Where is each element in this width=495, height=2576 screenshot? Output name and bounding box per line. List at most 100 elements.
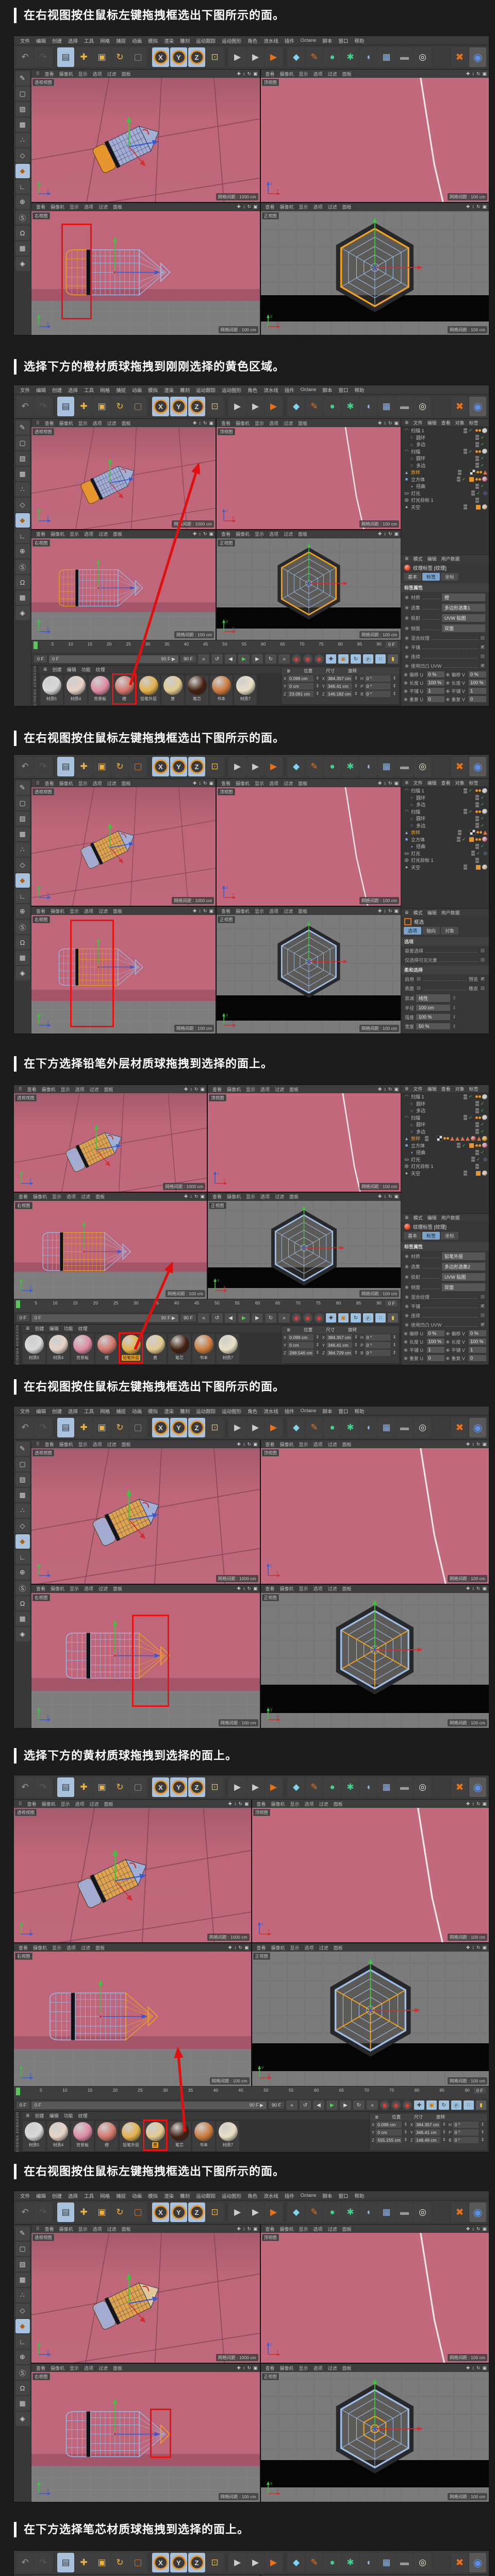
layout-interface-icon[interactable]: ✖ bbox=[451, 757, 468, 776]
camera-icon[interactable]: ▬ bbox=[396, 1418, 413, 1437]
mats-menu-纹理[interactable]: 纹理 bbox=[96, 666, 105, 673]
coord-value[interactable]: 0 ° bbox=[453, 2137, 479, 2143]
primitive-cube-icon[interactable]: ◆ bbox=[288, 1418, 305, 1437]
material-材质7[interactable]: 材质7 bbox=[234, 675, 257, 705]
front-view-canvas[interactable]: Y X 正视图 网格间距 : 100 cm bbox=[217, 538, 401, 640]
viewport-menu-显示[interactable]: 显示 bbox=[243, 1193, 258, 1200]
coord-value[interactable]: 0 cm bbox=[376, 2129, 402, 2136]
mouse-input-icon[interactable]: ⊕ bbox=[15, 904, 30, 919]
panel-menu-编辑[interactable]: 编辑 bbox=[427, 909, 437, 916]
viewport-menu-查看[interactable]: 查看 bbox=[263, 204, 277, 210]
rotate-view-icon[interactable]: ↻ bbox=[388, 420, 392, 426]
viewport-menu-摄像机[interactable]: 摄像机 bbox=[277, 71, 296, 77]
render-settings-icon[interactable]: ▶ bbox=[265, 397, 282, 416]
key-scale-button[interactable]: ▣ bbox=[338, 1313, 349, 1323]
om-item-多边[interactable]: ○ 多边 ✓ bbox=[401, 1128, 489, 1136]
menu-item-文件[interactable]: 文件 bbox=[17, 37, 33, 44]
uv-value[interactable]: 1 bbox=[469, 688, 486, 694]
viewport-menu-过滤[interactable]: 过滤 bbox=[281, 420, 295, 427]
goto-end-button[interactable]: » bbox=[367, 2100, 378, 2110]
model-mode-icon[interactable]: ▢ bbox=[15, 87, 30, 101]
viewport-menu-选项[interactable]: 选项 bbox=[258, 1086, 272, 1093]
om-item-圆环[interactable]: ○ 圆环 ✓ bbox=[401, 1100, 489, 1108]
material-书本[interactable]: 书本 bbox=[192, 2121, 215, 2151]
viewport-menu-选项[interactable]: 选项 bbox=[302, 1944, 317, 1951]
field-value[interactable]: 100 % bbox=[416, 1014, 451, 1020]
rotate-view-icon[interactable]: ↻ bbox=[203, 908, 207, 914]
move-icon[interactable]: ✚ bbox=[75, 1418, 92, 1437]
menu-item-创建[interactable]: 创建 bbox=[49, 386, 65, 394]
menu-item-插件[interactable]: 插件 bbox=[282, 37, 298, 44]
pan-view-icon[interactable]: ✚ bbox=[237, 1586, 241, 1591]
viewport-menu-面板[interactable]: 面板 bbox=[119, 1441, 134, 1448]
enabled-check-icon[interactable]: ✓ bbox=[476, 1157, 482, 1162]
generator-icon[interactable]: ● bbox=[324, 397, 341, 416]
viewport-menu-面板[interactable]: 面板 bbox=[119, 2226, 134, 2232]
menu-item-捕捉[interactable]: 捕捉 bbox=[113, 37, 129, 44]
visibility-toggles[interactable] bbox=[471, 1157, 475, 1162]
top-view-canvas[interactable]: Z X 顶视图 网格间距 : 100 cm bbox=[260, 2233, 489, 2363]
property-value[interactable]: UVW 贴图 bbox=[442, 614, 485, 622]
viewport-menu-选项[interactable]: 选项 bbox=[90, 780, 105, 787]
lock-y-icon[interactable]: Y bbox=[170, 1418, 187, 1437]
soft-keyframe-icon[interactable]: Ⓢ bbox=[15, 560, 30, 574]
convert-editable-icon[interactable]: ✎ bbox=[15, 1442, 30, 1456]
menu-item-运动跟踪[interactable]: 运动跟踪 bbox=[193, 1408, 219, 1415]
render-view-icon[interactable]: ▶ bbox=[229, 2202, 246, 2222]
om-item-扫描[interactable]: ◠ 扫描 ✓ bbox=[401, 808, 489, 816]
lock-x-icon[interactable]: X bbox=[152, 757, 169, 776]
menu-item-捕捉[interactable]: 捕捉 bbox=[113, 386, 129, 394]
key-pla-button[interactable]: ∷ bbox=[464, 2100, 474, 2110]
viewport-menu-选项[interactable]: 选项 bbox=[302, 1801, 317, 1807]
om-item-灯光目标 1[interactable]: ◎ 灯光目标 1 bbox=[401, 1163, 489, 1170]
live-selection-icon[interactable]: ▤ bbox=[57, 757, 74, 776]
last-tool-icon[interactable]: ▢ bbox=[129, 1418, 146, 1437]
viewport-menu-过滤[interactable]: 过滤 bbox=[281, 908, 295, 914]
polygons-mode-icon[interactable]: ◆ bbox=[15, 873, 30, 888]
material-橙[interactable]: 橙 bbox=[112, 673, 137, 705]
undo-icon[interactable]: ↶ bbox=[16, 2202, 34, 2222]
pan-view-icon[interactable]: ✚ bbox=[466, 204, 470, 210]
light-icon[interactable]: ◎ bbox=[414, 2553, 431, 2572]
layout-interface-icon[interactable]: ✖ bbox=[451, 397, 468, 416]
zoom-view-icon[interactable]: ↕ bbox=[190, 1087, 192, 1092]
viewport-menu-摄像机[interactable]: 摄像机 bbox=[57, 71, 76, 77]
coord-stepper[interactable]: ⇕ bbox=[391, 1334, 398, 1340]
visibility-toggles[interactable] bbox=[475, 1149, 479, 1155]
viewport-menu-选项[interactable]: 选项 bbox=[73, 1801, 87, 1807]
maximize-view-icon[interactable]: ▣ bbox=[482, 2365, 487, 2371]
viewport-menu-面板[interactable]: 面板 bbox=[340, 1585, 354, 1592]
viewport-menu-显示[interactable]: 显示 bbox=[76, 2226, 90, 2232]
uv-value[interactable]: 0 bbox=[469, 1355, 486, 1361]
viewport-menu-过滤[interactable]: 过滤 bbox=[317, 1944, 331, 1951]
om-menu-查看[interactable]: 查看 bbox=[441, 419, 451, 426]
menu-item-帮助[interactable]: 帮助 bbox=[351, 2192, 367, 2199]
rotate-view-icon[interactable]: ↻ bbox=[388, 908, 392, 914]
visibility-toggles[interactable] bbox=[457, 1143, 460, 1148]
frame-end-field[interactable]: 90 F bbox=[268, 2102, 284, 2109]
rotate-view-icon[interactable]: ↻ bbox=[247, 2365, 251, 2371]
material-铅笔外层[interactable]: 铅笔外层 bbox=[119, 1332, 143, 1364]
viewport-menu-查看[interactable]: 查看 bbox=[254, 1801, 269, 1807]
coord-stepper[interactable]: ⇕ bbox=[315, 675, 321, 681]
viewport-menu-过滤[interactable]: 过滤 bbox=[78, 1944, 93, 1951]
om-menu-文件[interactable]: 文件 bbox=[414, 779, 423, 786]
om-menu-查看[interactable]: 查看 bbox=[441, 1086, 451, 1092]
viewport-menu-面板[interactable]: 面板 bbox=[295, 531, 310, 537]
expression-tag-icon[interactable] bbox=[475, 450, 481, 453]
enabled-check-icon[interactable]: ✓ bbox=[481, 442, 486, 447]
tab-对象[interactable]: 对象 bbox=[441, 927, 459, 935]
snap-rotate-icon[interactable]: ◈ bbox=[15, 257, 30, 271]
material-材质5[interactable]: 材质5 bbox=[40, 675, 63, 705]
menu-item-插件[interactable]: 插件 bbox=[282, 2192, 298, 2199]
coord-stepper[interactable]: ⇕ bbox=[403, 2122, 409, 2127]
phong-tag-icon[interactable] bbox=[475, 1170, 481, 1176]
key-parameter-button[interactable]: Ⓟ bbox=[363, 1313, 373, 1323]
material-笔芯[interactable]: 笔芯 bbox=[168, 1334, 191, 1364]
material-tag-icon[interactable] bbox=[482, 788, 487, 793]
last-tool-icon[interactable]: ▢ bbox=[129, 757, 146, 776]
mats-grid-icon[interactable]: ≣ bbox=[43, 667, 47, 672]
light-icon[interactable]: ◎ bbox=[414, 1418, 431, 1437]
lock-z-icon[interactable]: Z bbox=[188, 1418, 205, 1437]
visibility-toggles[interactable] bbox=[475, 1108, 479, 1113]
